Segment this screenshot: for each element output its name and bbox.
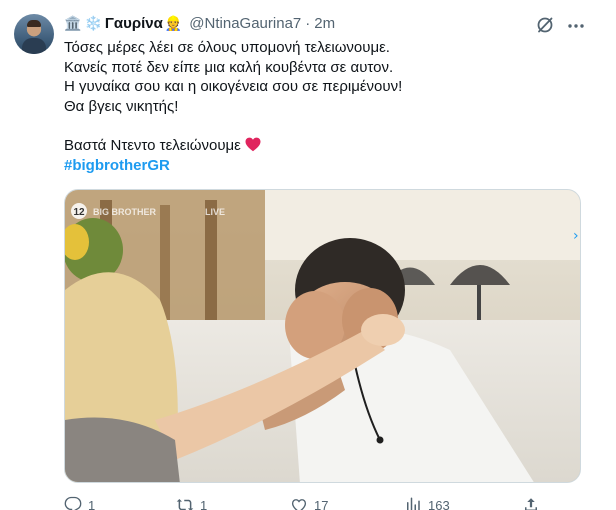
name-emoji-building: 🏛️	[64, 14, 82, 31]
share-button[interactable]	[522, 496, 540, 510]
tweet-line-3: Η γυναίκα σου και η οικογένεια σου σε πε…	[64, 78, 403, 96]
retweet-button[interactable]: 1	[176, 496, 207, 510]
woman-hand	[361, 314, 405, 346]
reply-button[interactable]: 1	[64, 496, 95, 510]
display-name[interactable]: Γαυρίνα	[105, 15, 163, 32]
tweet-card[interactable]: 🏛️ ❄️ Γαυρίνα 👷 @NtinaGaurina7 · 2m Τόσε…	[0, 0, 616, 510]
closing-line: Βαστά Ντεντο τελειώνουμε	[64, 136, 584, 156]
watermark-live: LIVE	[205, 207, 225, 217]
name-emoji-worker: 👷	[164, 14, 183, 31]
retweet-count: 1	[200, 497, 208, 510]
watermark-text: BIG BROTHER	[93, 207, 157, 217]
tweet-header: 🏛️ ❄️ Γαυρίνα 👷 @NtinaGaurina7 · 2m	[64, 13, 335, 33]
chevron-right-icon: ›	[573, 228, 579, 244]
channel-number: 12	[73, 207, 85, 218]
tweet-text: Τόσες μέρες λέει σε όλους υπομονή τελειω…	[64, 38, 584, 175]
red-heart-icon	[245, 137, 261, 152]
avatar-shirt	[22, 38, 46, 54]
views-count: 163	[428, 497, 450, 510]
tweet-line-4: Θα βγεις νικητής!	[64, 97, 179, 115]
share-icon	[525, 498, 537, 510]
avatar[interactable]	[14, 14, 54, 54]
user-handle[interactable]: @NtinaGaurina7	[189, 15, 301, 32]
tweet-line-1: Τόσες μέρες λέει σε όλους υπομονή τελειω…	[64, 39, 390, 56]
views-chart-icon	[407, 497, 420, 510]
wooden-post	[160, 205, 170, 320]
retweet-icon	[176, 499, 194, 510]
wooden-post	[205, 200, 217, 320]
tweet-line-2: Κανείς ποτέ δεν είπε μια καλή κουβέντα σ…	[64, 58, 394, 76]
necklace-pendant	[376, 436, 384, 444]
closing-text: Βαστά Ντεντο τελειώνουμε	[64, 136, 241, 154]
media-scene: 12 BIG BROTHER LIVE ›	[65, 190, 580, 482]
hashtag-line: #bigbrotherGR	[64, 156, 584, 176]
like-count: 17	[314, 497, 329, 510]
like-button[interactable]: 17	[290, 496, 328, 510]
more-options-icon[interactable]	[566, 16, 586, 36]
name-emoji-snowflake: ❄️	[84, 14, 102, 31]
reply-icon	[64, 496, 82, 510]
bright-wall	[265, 190, 580, 260]
timestamp[interactable]: 2m	[314, 15, 335, 32]
reply-count: 1	[88, 497, 96, 510]
separator-dot: ·	[305, 14, 311, 32]
action-bar: 1 1 17 163	[64, 496, 584, 510]
tweet-media-image[interactable]: 12 BIG BROTHER LIVE ›	[64, 189, 581, 483]
avatar-hair	[27, 20, 41, 27]
heart-icon	[291, 499, 307, 510]
hashtag-link[interactable]: #bigbrotherGR	[64, 157, 170, 174]
grok-icon[interactable]	[535, 15, 555, 35]
views-button[interactable]: 163	[404, 496, 450, 510]
